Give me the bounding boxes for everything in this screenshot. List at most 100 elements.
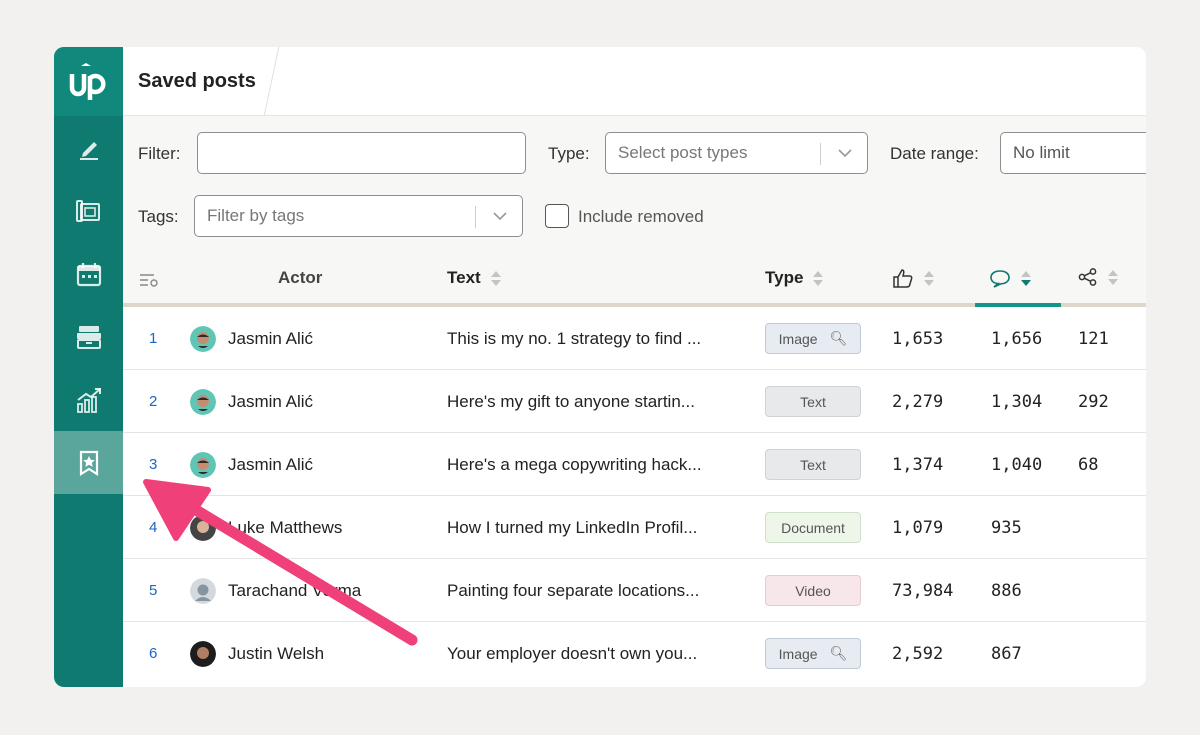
type-badge[interactable]: Text — [765, 449, 861, 480]
likes-count: 1,079 — [892, 517, 944, 538]
app-window: Saved posts Filter: Type: Select post ty… — [54, 47, 1146, 687]
table-row[interactable]: 2 Jasmin Alić Here's my gift to anyone s… — [123, 370, 1146, 433]
post-text[interactable]: Here's my gift to anyone startin... — [447, 370, 695, 433]
bookmark-star-icon — [79, 450, 98, 476]
sidebar-item-saved[interactable] — [54, 431, 123, 494]
type-badge[interactable]: Text — [765, 386, 861, 417]
tags-label: Tags: — [138, 207, 179, 226]
calendar-icon — [76, 262, 101, 286]
type-select-placeholder: Select post types — [618, 143, 748, 162]
avatar — [190, 388, 216, 415]
column-type[interactable]: Type — [765, 268, 824, 288]
chevron-down-icon[interactable] — [835, 143, 855, 163]
select-separator — [475, 206, 476, 228]
magnify-icon[interactable]: 🔍︎ — [830, 330, 848, 347]
comments-count: 886 — [991, 580, 1022, 601]
page-title: Saved posts — [138, 70, 256, 92]
actor-name: Jasmin Alić — [228, 391, 314, 411]
avatar — [190, 640, 216, 667]
column-actor[interactable]: Actor — [278, 268, 322, 288]
likes-count: 73,984 — [892, 580, 954, 601]
board-icon — [75, 199, 100, 222]
comments-count: 1,304 — [991, 391, 1043, 412]
thumbs-up-icon — [893, 269, 913, 288]
shares-count: 121 — [1078, 328, 1109, 349]
sidebar-item-analytics[interactable] — [54, 368, 123, 431]
column-actor-label: Actor — [278, 268, 323, 287]
type-badge[interactable]: Document — [765, 512, 861, 543]
type-badge[interactable]: Image 🔍︎ — [765, 323, 861, 354]
column-settings-icon[interactable] — [139, 272, 159, 288]
type-select[interactable]: Select post types — [605, 132, 868, 174]
column-type-label: Type — [765, 268, 804, 287]
sort-icon — [924, 270, 934, 286]
date-range-label: Date range: — [890, 144, 979, 163]
actor-cell[interactable]: Jasmin Alić — [190, 433, 313, 496]
filter-label: Filter: — [138, 144, 181, 163]
actor-name: Tarachand Verma — [228, 580, 362, 600]
actor-name: Luke Matthews — [228, 517, 343, 537]
table-row[interactable]: 6 Justin Welsh Your employer doesn't own… — [123, 622, 1146, 685]
post-text[interactable]: This is my no. 1 strategy to find ... — [447, 307, 701, 370]
table-row[interactable]: 5 Tarachand Verma Painting four separate… — [123, 559, 1146, 622]
avatar — [190, 325, 216, 352]
likes-count: 1,374 — [892, 454, 944, 475]
table-row[interactable]: 1 Jasmin Alić This is my no. 1 strategy … — [123, 307, 1146, 370]
post-text[interactable]: Here's a mega copywriting hack... — [447, 433, 702, 496]
column-text[interactable]: Text — [447, 268, 501, 288]
date-range-value: No limit — [1013, 143, 1070, 162]
column-text-label: Text — [447, 268, 481, 287]
row-index[interactable]: 6 — [149, 622, 157, 685]
sidebar-item-calendar[interactable] — [54, 242, 123, 305]
likes-count: 2,279 — [892, 391, 944, 412]
sidebar-item-board[interactable] — [54, 179, 123, 242]
actor-name: Justin Welsh — [228, 643, 325, 663]
type-badge-label: Image — [778, 645, 818, 662]
row-index[interactable]: 4 — [149, 496, 157, 559]
filter-input[interactable] — [197, 132, 526, 174]
post-text[interactable]: Painting four separate locations... — [447, 559, 699, 622]
sidebar-item-archive[interactable] — [54, 305, 123, 368]
post-text[interactable]: How I turned my LinkedIn Profil... — [447, 496, 697, 559]
magnify-icon[interactable]: 🔍︎ — [830, 645, 848, 662]
comments-count: 1,656 — [991, 328, 1043, 349]
likes-count: 1,653 — [892, 328, 944, 349]
column-likes[interactable] — [892, 268, 934, 288]
type-badge[interactable]: Video — [765, 575, 861, 606]
tags-select[interactable]: Filter by tags — [194, 195, 523, 237]
page-header: Saved posts — [123, 47, 1146, 116]
actor-cell[interactable]: Tarachand Verma — [190, 559, 361, 622]
row-index[interactable]: 5 — [149, 559, 157, 622]
column-comments[interactable] — [989, 268, 1031, 288]
sort-icon — [1108, 269, 1118, 285]
table-header: Actor Text Type — [123, 252, 1146, 307]
table-row[interactable]: 4 Luke Matthews How I turned my LinkedIn… — [123, 496, 1146, 559]
actor-name: Jasmin Alić — [228, 328, 314, 348]
include-removed-label[interactable]: Include removed — [578, 207, 704, 227]
archive-icon — [76, 325, 101, 349]
date-range-select[interactable]: No limit — [1000, 132, 1146, 174]
actor-cell[interactable]: Luke Matthews — [190, 496, 342, 559]
type-badge-label: Image — [778, 330, 818, 347]
type-badge[interactable]: Image 🔍︎ — [765, 638, 861, 669]
row-index[interactable]: 3 — [149, 433, 157, 496]
sort-icon — [1021, 270, 1031, 286]
type-badge-label: Text — [800, 456, 826, 473]
table-row[interactable]: 3 Jasmin Alić Here's a mega copywriting … — [123, 433, 1146, 496]
post-text[interactable]: Your employer doesn't own you... — [447, 622, 697, 685]
select-separator — [820, 143, 821, 165]
chevron-down-icon[interactable] — [490, 206, 510, 226]
row-index[interactable]: 1 — [149, 307, 157, 370]
row-index[interactable]: 2 — [149, 370, 157, 433]
column-shares[interactable] — [1078, 268, 1118, 286]
sidebar-item-editor[interactable] — [54, 116, 123, 179]
actor-cell[interactable]: Jasmin Alić — [190, 307, 313, 370]
actor-cell[interactable]: Jasmin Alić — [190, 370, 313, 433]
app-logo[interactable] — [54, 47, 123, 116]
comment-icon — [990, 270, 1010, 288]
header-divider — [263, 47, 280, 116]
type-badge-label: Text — [800, 393, 826, 410]
include-removed-checkbox[interactable] — [545, 204, 569, 228]
shares-count: 68 — [1078, 454, 1099, 475]
actor-cell[interactable]: Justin Welsh — [190, 622, 324, 685]
